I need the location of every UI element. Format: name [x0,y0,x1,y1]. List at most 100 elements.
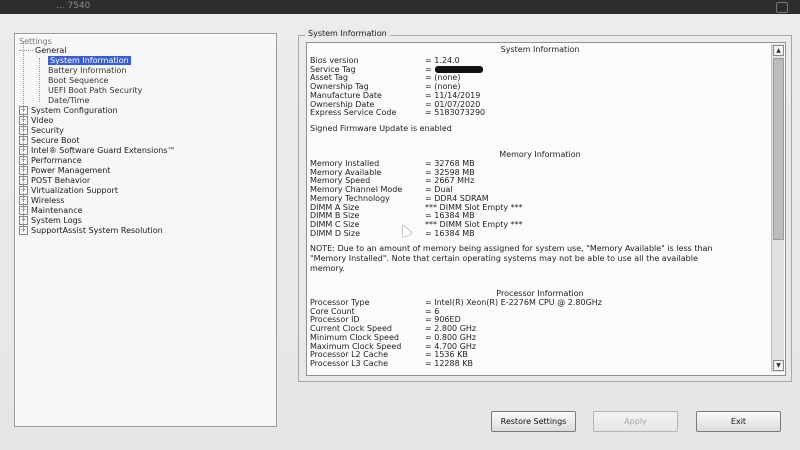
tree-item-system-logs[interactable]: + System Logs [19,216,82,226]
tree-item-label: POST Behavior [31,176,91,185]
tree-item-label: System Information [48,56,131,65]
info-key: DIMM B Size [310,211,360,221]
tree-item-label: Boot Sequence [48,76,109,85]
info-row: Minimum Clock Speed = 0.800 GHz [310,333,770,342]
info-value: = (none) [425,82,461,92]
scrollbar-thumb[interactable] [773,58,784,240]
info-key: Bios version [310,56,359,65]
info-key: Processor L2 Cache [310,350,389,360]
window-title: ... 7540 [56,1,91,11]
info-value: = Dual [425,185,453,195]
info-value: = 16384 MB [425,228,475,238]
memory-information-heading: Memory Information [499,150,581,159]
scroll-up-arrow-icon[interactable]: ▲ [773,45,784,56]
restore-settings-button[interactable]: Restore Settings [491,411,576,432]
tree-item-label: Wireless [31,196,65,205]
system-information-heading: System Information [500,45,580,54]
info-key: Asset Tag [310,73,348,83]
tree-item-label: System Configuration [31,106,118,115]
info-row: Processor L2 Cache = 1536 KB [310,350,770,359]
info-row: Service Tag = [310,65,770,74]
tree-item-label: Video [31,116,54,125]
tree-item-intel-software-guard-extensions[interactable]: + Intel® Software Guard Extensions™ [19,146,175,156]
tree-item-date-time[interactable]: Date/Time [48,96,89,106]
info-value: = 6 [425,306,440,316]
info-value: *** DIMM Slot Empty *** [425,202,523,212]
scrollbar[interactable]: ▲ ▼ [771,44,784,372]
info-row: DIMM A Size *** DIMM Slot Empty *** [310,203,770,212]
tree-item-label: Intel® Software Guard Extensions™ [31,146,176,155]
tree-connector [23,42,24,232]
tree-item-battery-information[interactable]: Battery Information [48,66,126,76]
info-key: Current Clock Speed [310,324,392,334]
info-row: DIMM D Size = 16384 MB [310,229,770,238]
tree-item-performance[interactable]: + Performance [19,156,82,166]
info-key: DIMM D Size [310,228,360,238]
scroll-down-arrow-icon[interactable]: ▼ [773,360,784,371]
info-value: = 16384 MB [425,211,475,221]
info-row: DIMM B Size = 16384 MB [310,211,770,220]
apply-button[interactable]: Apply [593,411,678,432]
tree-item-label: System Logs [31,216,82,225]
info-value: = 2667 MHz [425,176,475,186]
info-row: Ownership Date = 01/07/2020 [310,100,770,109]
info-value: = 1536 KB [425,350,468,360]
tree-item-label: Maintenance [31,206,83,215]
tree-item-label: UEFI Boot Path Security [48,86,143,95]
tree-item-system-configuration[interactable]: + System Configuration [19,106,118,116]
tree-item-post-behavior[interactable]: + POST Behavior [19,176,90,186]
info-value: = 32768 MB [425,159,475,168]
tree-connector [39,58,40,102]
tree-item-power-management[interactable]: + Power Management [19,166,110,176]
tree-item-virtualization-support[interactable]: + Virtualization Support [19,186,118,196]
info-value: = Intel(R) Xeon(R) E-2276M CPU @ 2.80GHz [425,298,602,307]
info-row: Bios version = 1.24.0 [310,56,770,65]
info-value: = 0.800 GHz [425,332,477,342]
tree-item-boot-sequence[interactable]: Boot Sequence [48,76,108,86]
info-key: Processor L3 Cache [310,358,389,368]
tree-item-supportassist-system-resolution[interactable]: + SupportAssist System Resolution [19,226,163,236]
tree-item-video[interactable]: + Video [19,116,53,126]
info-key: Core Count [310,306,355,316]
tree-item-secure-boot[interactable]: + Secure Boot [19,136,79,146]
tree-item-wireless[interactable]: + Wireless [19,196,64,206]
tree-item-maintenance[interactable]: + Maintenance [19,206,83,216]
tree-item-general[interactable]: General [19,46,67,56]
info-row: Memory Available = 32598 MB [310,168,770,177]
tree-item-security[interactable]: + Security [19,126,64,136]
close-icon[interactable] [776,2,788,13]
info-key: Ownership Tag [310,82,369,92]
tree-item-label: Security [31,126,64,135]
exit-button[interactable]: Exit [696,411,781,432]
info-key: Minimum Clock Speed [310,332,399,342]
tree-item-label: Battery Information [48,66,127,75]
title-bar: ... 7540 [0,0,800,14]
tree-item-system-information[interactable]: System Information [48,56,131,66]
info-value: = 1.24.0 [425,56,460,65]
info-key: Processor ID [310,315,360,325]
info-key: Memory Technology [310,193,390,203]
collapse-icon[interactable] [19,50,33,51]
info-value: = 906ED [425,315,461,325]
info-row: Ownership Tag = (none) [310,82,770,91]
info-key: Memory Speed [310,176,371,186]
info-value: = 12288 KB [425,358,473,368]
tree-item-label: Secure Boot [31,136,80,145]
info-key: Manufacture Date [310,90,382,100]
tree-item-label: Power Management [31,166,111,175]
info-row: Processor ID = 906ED [310,315,770,324]
info-value: = 01/07/2020 [425,99,481,109]
info-value: = [425,64,432,74]
info-row: Core Count = 6 [310,307,770,316]
system-information-panel: System Information Bios version = 1.24.0 Se… [306,42,786,376]
info-row: Asset Tag = (none) [310,73,770,82]
info-row: Memory Technology = DDR4 SDRAM [310,194,770,203]
info-key: Processor Type [310,298,370,307]
tree-item-uefi-boot-path-security[interactable]: UEFI Boot Path Security [48,86,142,96]
settings-tree: Settings General System Information Batter… [14,33,277,427]
tree-item-label: Date/Time [48,96,90,105]
info-key: DIMM A Size [310,202,360,212]
info-row: Manufacture Date = 11/14/2019 [310,91,770,100]
processor-information-heading: Processor Information [496,289,584,298]
info-key: DIMM C Size [310,219,360,229]
